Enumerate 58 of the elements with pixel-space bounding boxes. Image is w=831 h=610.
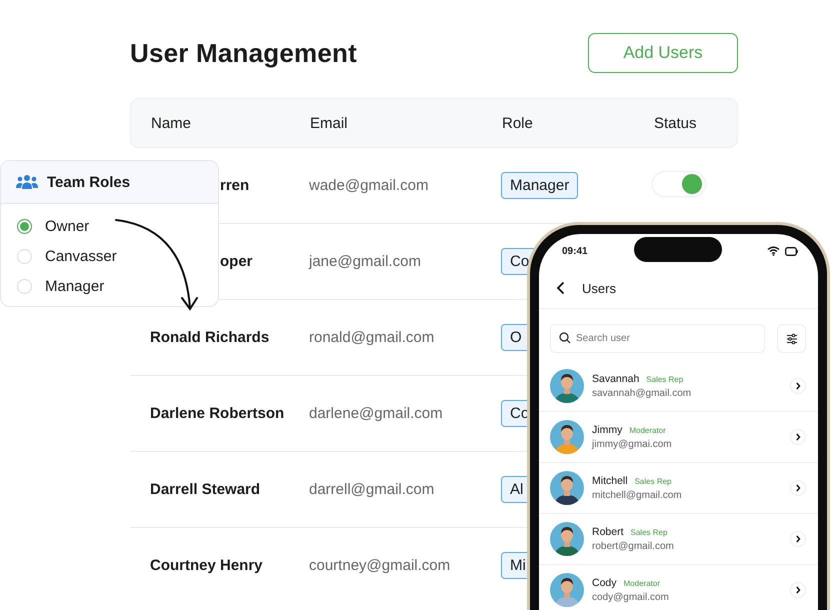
role-label: Sales Rep <box>634 477 672 486</box>
user-email: savannah@gmail.com <box>592 388 692 399</box>
card-title: Team Roles <box>47 174 130 190</box>
user-name: Robert <box>592 526 624 538</box>
search-field[interactable]: Search user <box>550 324 765 353</box>
search-icon <box>559 332 571 344</box>
users-icon <box>16 174 38 190</box>
chevron-icon <box>790 480 806 496</box>
user-email: ronald@gmail.com <box>309 329 436 346</box>
role-option[interactable]: Canvasser <box>1 241 218 271</box>
user-name: Courtney Henry <box>149 557 264 574</box>
user-email: darlene@gmail.com <box>309 405 444 422</box>
user-email: jimmy@gmai.com <box>592 439 673 450</box>
column-header: Name <box>150 114 192 132</box>
filter-button[interactable] <box>777 324 806 353</box>
user-list-item[interactable]: Savannah Sales Rep savannah@gmail.com <box>539 361 818 412</box>
user-list-item[interactable]: Mitchell Sales Rep mitchell@gmail.com <box>539 463 818 514</box>
role-option[interactable]: Manager <box>1 271 218 301</box>
chevron-icon <box>790 378 806 394</box>
user-list-item[interactable]: Jimmy Moderator jimmy@gmai.com <box>539 412 818 463</box>
user-name: Darrell Steward <box>149 481 262 498</box>
column-header: Email <box>310 114 349 132</box>
column-header: Role <box>502 114 534 132</box>
screen-title: Users <box>582 280 616 296</box>
user-name: Cody <box>592 577 617 589</box>
wifi-icon <box>767 246 780 256</box>
role-label: Moderator <box>629 426 666 435</box>
role-option[interactable]: Owner <box>1 211 218 241</box>
chevron-icon <box>790 582 806 598</box>
user-email: courtney@gmail.com <box>309 557 452 574</box>
role-label: Sales Rep <box>646 375 684 384</box>
user-list-item[interactable]: Robert Sales Rep robert@gmail.com <box>539 514 818 565</box>
user-name: Ronald Richards <box>149 329 270 346</box>
user-email: cody@gmail.com <box>592 592 670 603</box>
user-name: Jimmy <box>592 424 622 436</box>
user-email: robert@gmail.com <box>592 541 675 552</box>
back-icon[interactable] <box>556 281 565 295</box>
user-email: jane@gmail.com <box>309 253 422 270</box>
page-title: User Management <box>130 38 357 68</box>
battery-icon <box>785 246 798 256</box>
status-time: 09:41 <box>562 246 588 256</box>
role-label: Sales Rep <box>630 528 668 537</box>
user-name: Savannah <box>592 373 640 385</box>
user-name: oper <box>219 253 254 270</box>
column-header: Status <box>654 114 698 132</box>
sliders-icon <box>786 332 798 344</box>
chevron-icon <box>790 531 806 547</box>
user-email: wade@gmail.com <box>309 177 430 194</box>
chevron-icon <box>790 429 806 445</box>
role-tag: Manager <box>501 172 578 199</box>
user-email: darrell@gmail.com <box>309 481 436 498</box>
user-list-item[interactable]: Cody Moderator cody@gmail.com <box>539 565 818 610</box>
user-name: rren <box>219 177 250 194</box>
status-toggle[interactable] <box>653 172 705 196</box>
user-name: Darlene Robertson <box>149 405 286 422</box>
user-name: Mitchell <box>592 475 628 487</box>
user-email: mitchell@gmail.com <box>592 490 683 501</box>
role-label: Moderator <box>624 579 660 588</box>
